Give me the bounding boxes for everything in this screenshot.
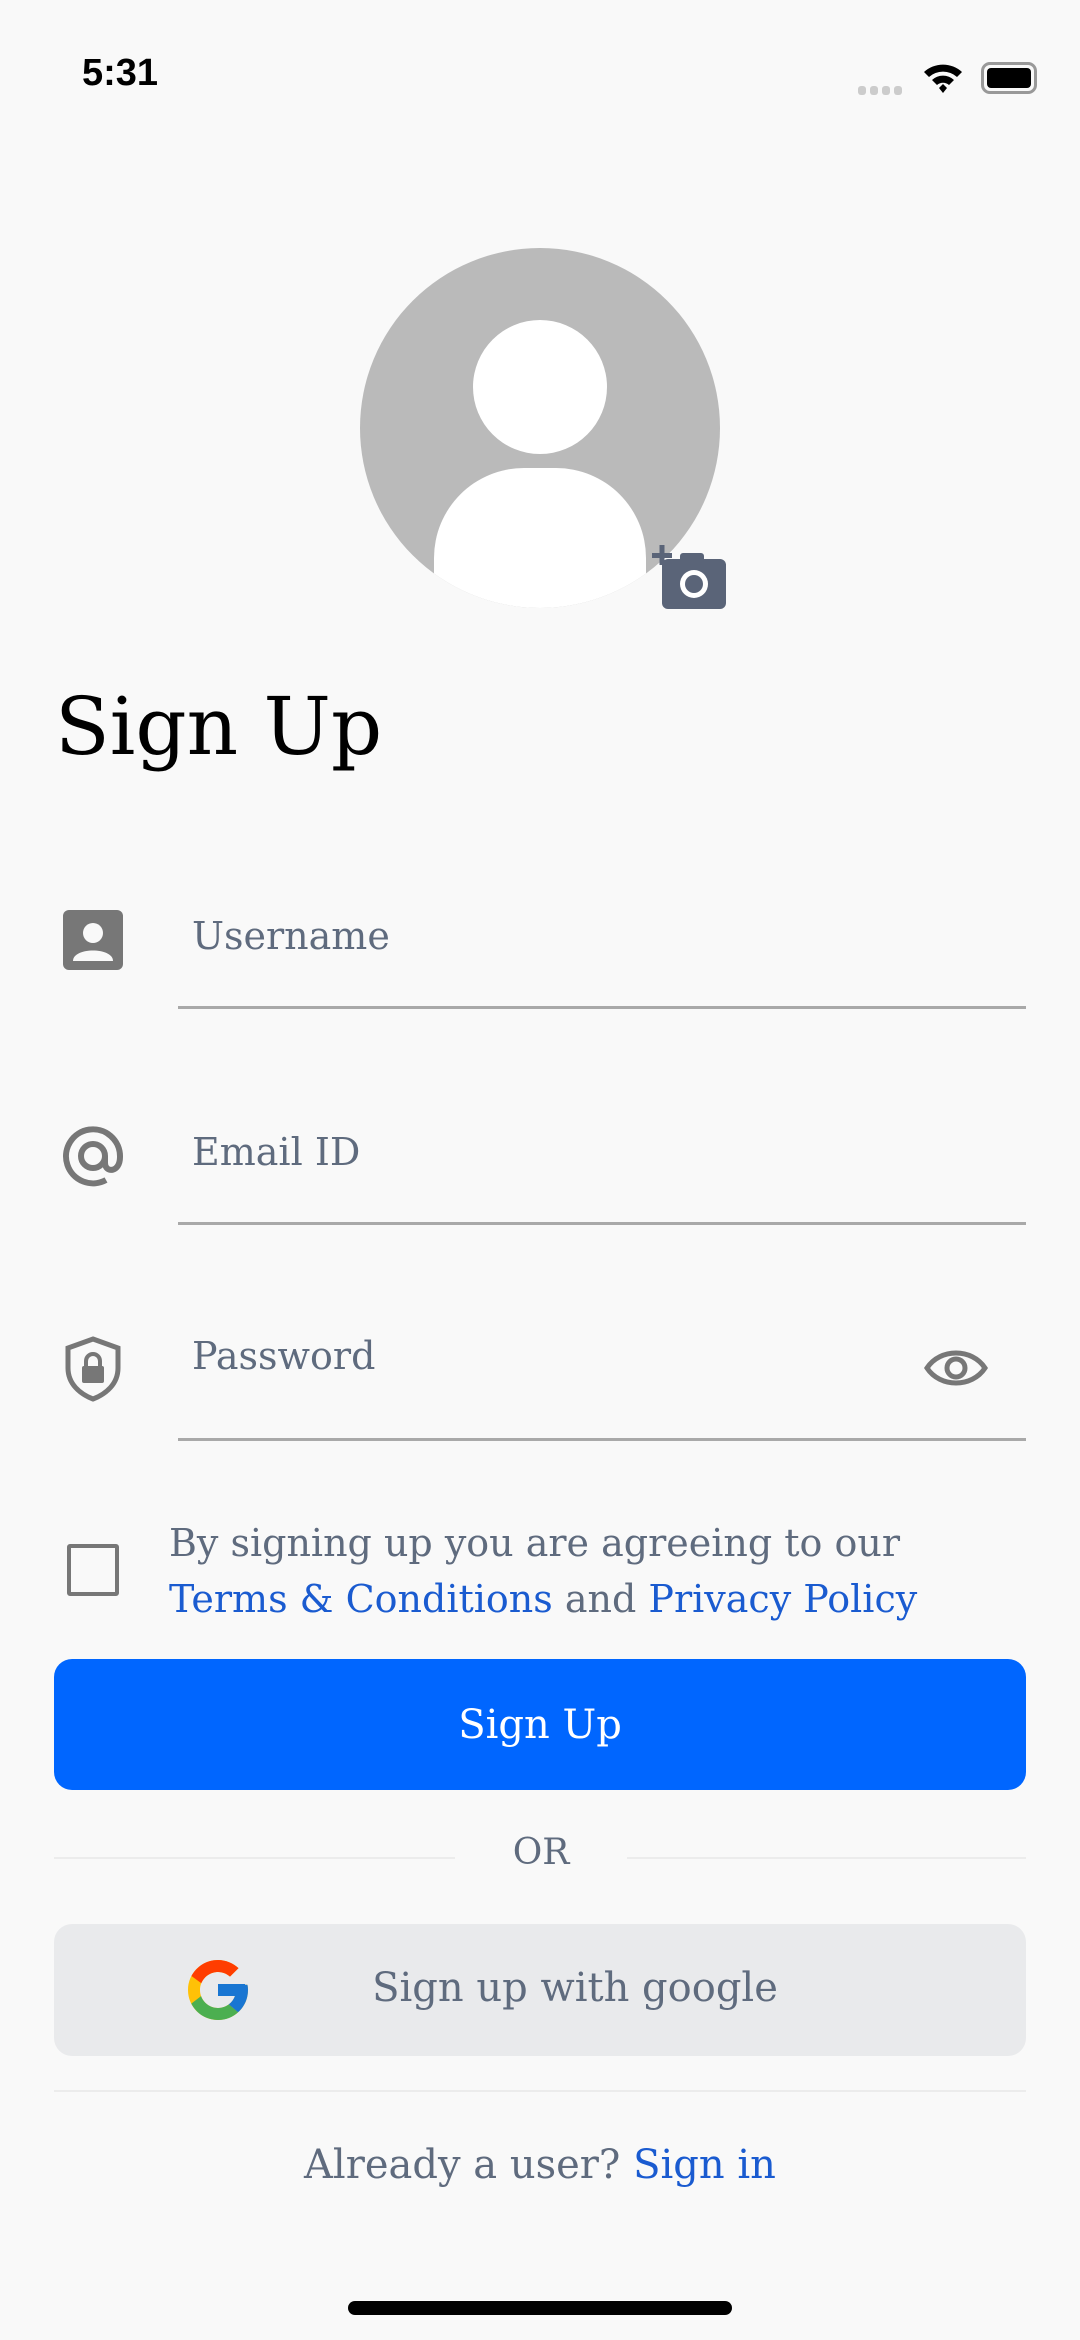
google-button-label: Sign up with google [372,1965,778,2011]
user-card-icon [63,910,123,970]
terms-and: and [564,1577,637,1621]
username-input[interactable]: Username [192,914,390,958]
sign-in-prompt: Already a user? Sign in [0,2142,1080,2188]
privacy-link[interactable]: Privacy Policy [648,1577,917,1621]
password-underline [178,1438,1026,1441]
shield-lock-icon [65,1336,121,1402]
signal-icon [858,86,902,95]
email-input[interactable]: Email ID [192,1130,360,1174]
home-indicator[interactable] [348,2301,732,2315]
email-underline [178,1222,1026,1225]
terms-intro: By signing up you are agreeing to our [169,1521,901,1565]
footer-divider [54,2090,1026,2092]
or-divider-right [627,1857,1026,1859]
avatar-body [434,468,646,608]
sign-in-link[interactable]: Sign in [633,2142,776,2188]
username-underline [178,1006,1026,1009]
or-label: OR [512,1832,570,1873]
password-input[interactable]: Password [192,1334,375,1378]
sign-up-button[interactable]: Sign Up [54,1659,1026,1790]
already-user-text: Already a user? [304,2142,621,2188]
status-time: 5:31 [82,52,159,94]
terms-text: By signing up you are agreeing to our Te… [169,1515,1049,1627]
avatar-head [473,320,607,454]
terms-checkbox[interactable] [67,1544,119,1596]
wifi-icon [924,64,962,93]
or-divider-left [54,1857,455,1859]
at-icon [63,1126,124,1187]
camera-plus-icon[interactable] [652,545,728,611]
page-title: Sign Up [55,680,383,773]
battery-icon [981,62,1037,94]
eye-icon[interactable] [924,1346,988,1390]
terms-link[interactable]: Terms & Conditions [169,1577,553,1621]
